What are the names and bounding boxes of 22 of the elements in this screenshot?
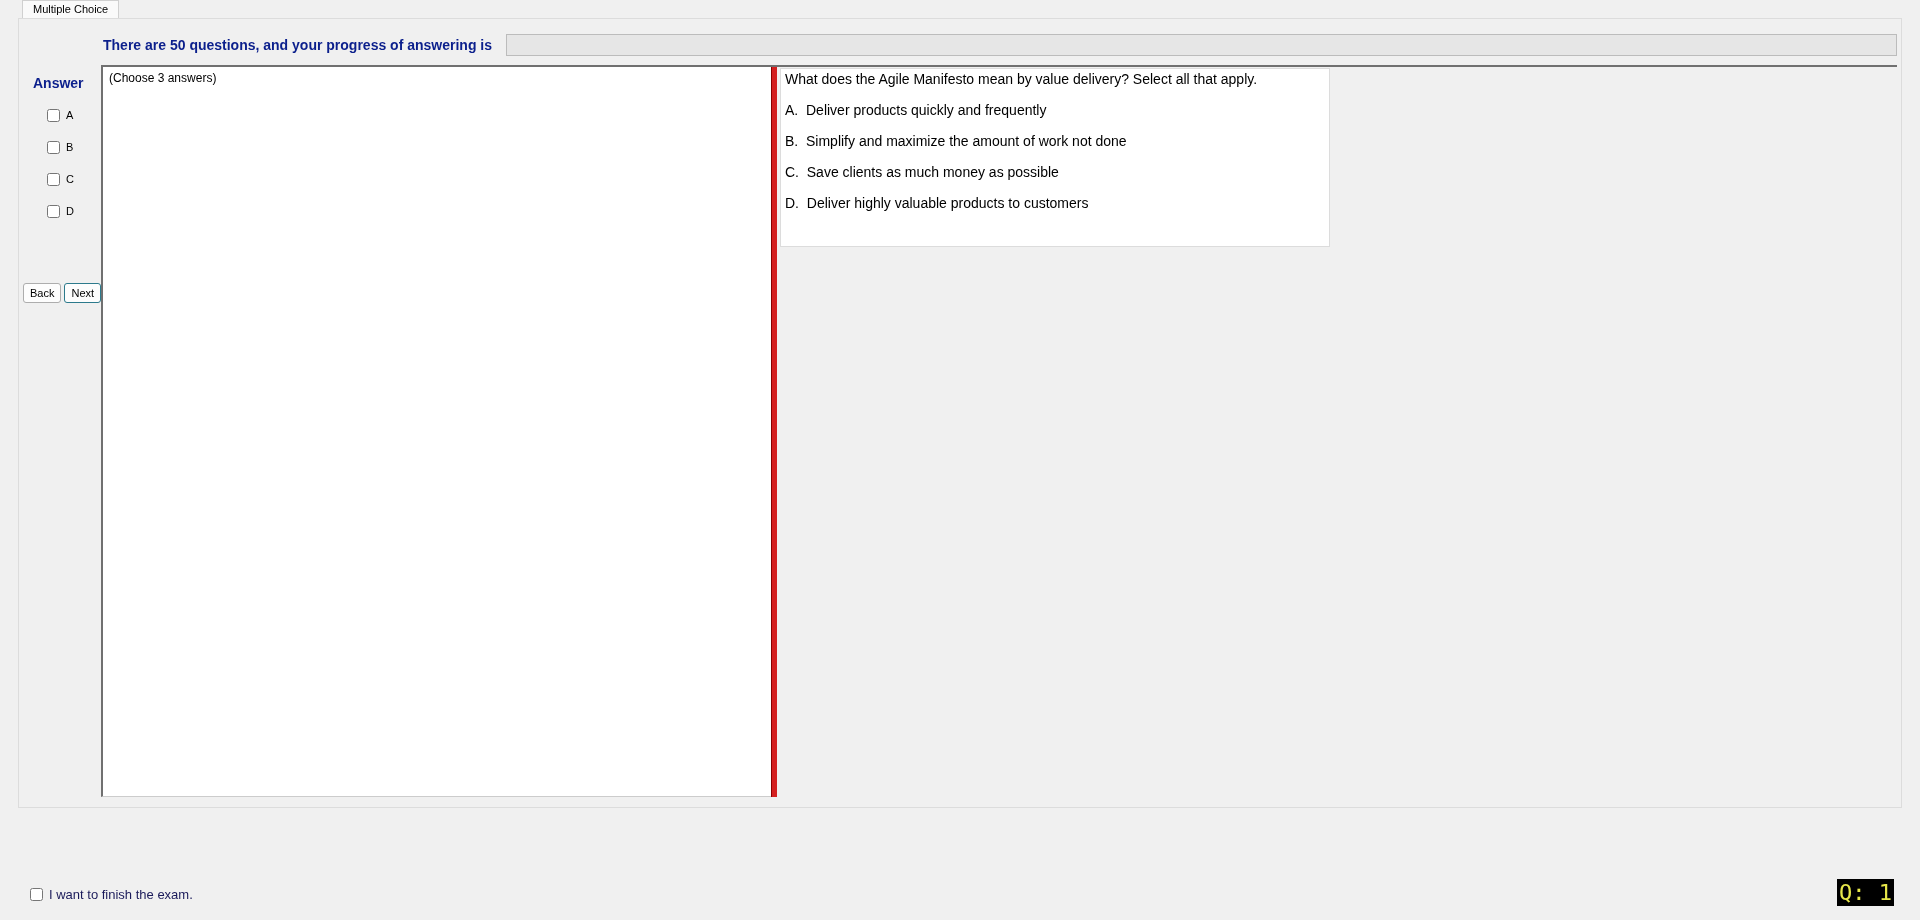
- progress-label: There are 50 questions, and your progress of answering is: [103, 37, 492, 53]
- answer-option-label: C: [66, 173, 74, 185]
- question-text: What does the Agile Manifesto mean by value delivery? Select all that apply.: [785, 71, 1259, 87]
- answer-title: Answer: [33, 75, 84, 91]
- finish-checkbox[interactable]: [30, 888, 43, 901]
- answer-checkbox[interactable]: [47, 140, 60, 154]
- answer-option-label: A: [66, 109, 74, 121]
- answer-count-hint: (Choose 3 answers): [109, 71, 218, 85]
- back-button[interactable]: Back: [23, 283, 62, 303]
- answer-option-label: D: [66, 205, 74, 217]
- finish-label: I want to finish the exam.: [49, 887, 193, 902]
- answer-checkbox[interactable]: [47, 108, 60, 122]
- answer-choice: B. Simplify and maximize the amount of work not done: [785, 133, 1128, 149]
- answer-choice: C. Save clients as much money as possible: [785, 164, 1060, 180]
- answer-option-label: B: [66, 141, 74, 153]
- answer-checkbox[interactable]: [47, 204, 60, 218]
- question-counter: Q: 1: [1837, 879, 1894, 906]
- answer-checkbox[interactable]: [47, 172, 60, 186]
- next-button[interactable]: Next: [64, 283, 102, 303]
- answer-choice: A. Deliver products quickly and frequently: [785, 102, 1048, 118]
- tab[interactable]: Multiple Choice: [22, 0, 120, 18]
- answer-choice: D. Deliver highly valuable products to customers: [785, 195, 1090, 211]
